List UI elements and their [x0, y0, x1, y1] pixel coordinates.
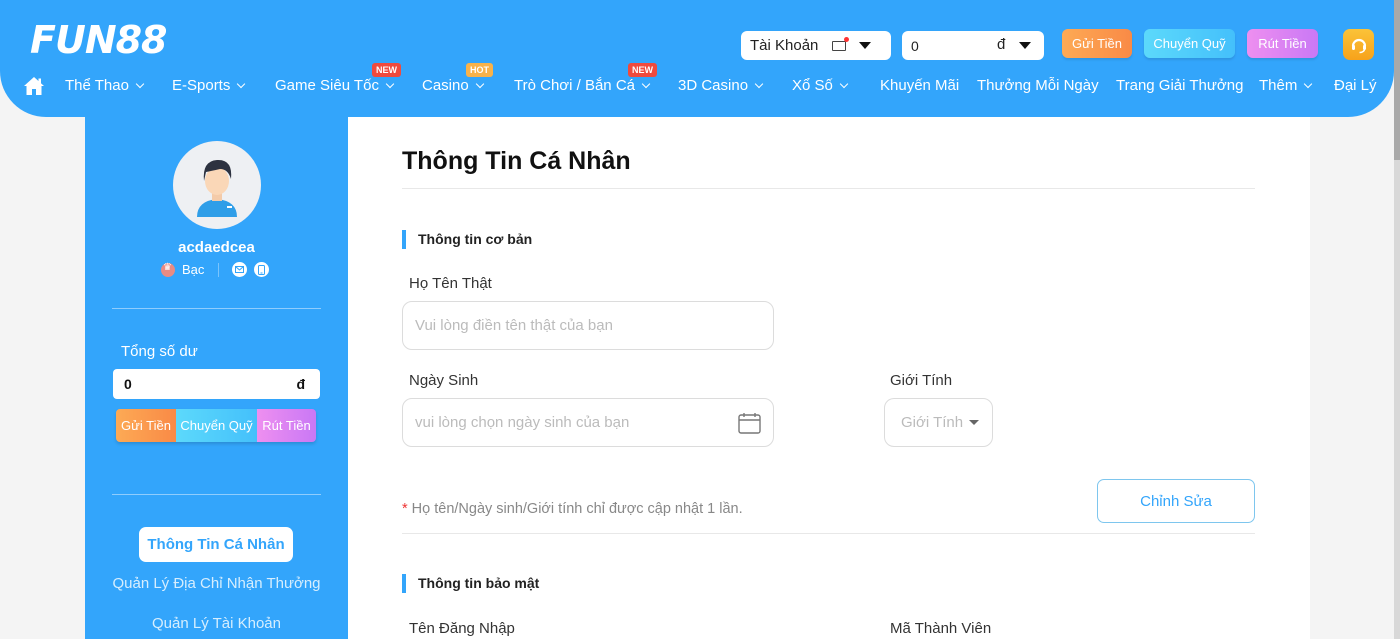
full-name-input[interactable]: Vui lòng điền tên thật của bạn	[402, 301, 774, 350]
chevron-down-icon	[475, 79, 484, 88]
avatar	[173, 141, 261, 229]
full-name-placeholder: Vui lòng điền tên thật của bạn	[415, 317, 613, 334]
nav-item-tro-choi-ban-ca[interactable]: Trò Chơi / Bắn Cá NEW	[514, 63, 657, 94]
page-scrollbar-thumb[interactable]	[1394, 0, 1400, 160]
nav-item-dai-ly[interactable]: Đại Lý	[1334, 77, 1377, 94]
birthday-placeholder: vui lòng chọn ngày sinh của bạn	[415, 414, 630, 431]
headset-icon	[1351, 38, 1366, 53]
fun88-logo[interactable]: FUN88	[30, 18, 167, 62]
note-text: Họ tên/Ngày sinh/Giới tính chỉ được cập …	[411, 501, 743, 517]
chevron-down-icon	[237, 79, 246, 88]
home-icon[interactable]	[23, 76, 45, 101]
security-info-section-title: Thông tin bảo mật	[402, 574, 539, 593]
account-dropdown[interactable]: Tài Khoản	[741, 31, 891, 60]
total-balance-currency: đ	[296, 376, 305, 392]
caret-down-icon	[1019, 42, 1031, 49]
sidebar-deposit-button[interactable]: Gửi Tiền	[116, 409, 176, 442]
nav-item-game-sieu-toc[interactable]: Game Siêu Tốc NEW	[275, 63, 401, 94]
profile-sidebar: acdaedcea Bạc Tổng số dư 0 đ Gửi Tiền Ch…	[85, 100, 348, 639]
main-content: Thông Tin Cá Nhân Thông tin cơ bản Họ Tê…	[348, 100, 1310, 639]
birthday-label: Ngày Sinh	[409, 372, 479, 389]
header-transfer-button[interactable]: Chuyển Quỹ	[1144, 29, 1235, 58]
header-withdraw-button[interactable]: Rút Tiền	[1247, 29, 1318, 58]
new-badge: NEW	[628, 63, 657, 77]
gender-select[interactable]: Giới Tính	[884, 398, 993, 447]
total-balance-box: 0 đ	[113, 369, 320, 399]
birthday-date-picker[interactable]: vui lòng chọn ngày sinh của bạn	[402, 398, 774, 447]
edit-button[interactable]: Chỉnh Sửa	[1097, 479, 1255, 523]
nav-item-3d-casino[interactable]: 3D Casino	[678, 77, 764, 94]
divider	[112, 308, 321, 309]
member-id-label: Mã Thành Viên	[890, 620, 992, 637]
hot-badge: HOT	[466, 63, 493, 77]
crown-icon	[161, 262, 175, 277]
support-button[interactable]	[1343, 29, 1374, 60]
balance-dropdown[interactable]: 0 đ	[902, 31, 1044, 60]
chevron-down-icon	[135, 79, 145, 88]
calendar-icon[interactable]	[738, 412, 761, 438]
divider	[402, 533, 1255, 534]
chevron-down-icon	[839, 79, 849, 88]
balance-action-buttons: Gửi Tiền Chuyển Quỹ Rút Tiền	[116, 409, 316, 442]
user-avatar-icon	[197, 159, 237, 217]
page-title: Thông Tin Cá Nhân	[402, 147, 631, 175]
total-balance-label: Tổng số dư	[121, 343, 198, 360]
update-once-note: * Họ tên/Ngày sinh/Giới tính chỉ được cập…	[402, 501, 743, 517]
login-name-label: Tên Đăng Nhập	[409, 620, 515, 637]
nav-item-esports[interactable]: E-Sports	[172, 77, 246, 94]
top-header: FUN88 Tài Khoản 0 đ Gửi Tiền Chuyển Quỹ …	[0, 0, 1394, 117]
header-balance-value: 0	[911, 37, 919, 54]
sidebar-item-personal-info[interactable]: Thông Tin Cá Nhân	[139, 527, 293, 562]
sidebar-item-account-management[interactable]: Quản Lý Tài Khoản	[85, 615, 348, 632]
nav-item-thuong-moi-ngay[interactable]: Thưởng Mỗi Ngày	[977, 77, 1099, 94]
divider	[402, 188, 1255, 189]
gender-placeholder: Giới Tính	[901, 414, 964, 431]
phone-verify-icon[interactable]	[254, 262, 270, 277]
nav-item-the-thao[interactable]: Thể Thao	[65, 77, 145, 94]
header-deposit-button[interactable]: Gửi Tiền	[1062, 29, 1132, 58]
account-label: Tài Khoản	[750, 37, 819, 54]
nav-item-trang-giai-thuong[interactable]: Trang Giải Thưởng	[1116, 77, 1243, 94]
nav-item-xo-so[interactable]: Xổ Số	[792, 77, 849, 94]
nav-item-them[interactable]: Thêm	[1259, 77, 1313, 94]
username: acdaedcea	[178, 239, 255, 256]
chevron-down-icon	[641, 79, 651, 88]
caret-down-icon	[859, 42, 871, 49]
chevron-down-icon	[1304, 79, 1313, 88]
gender-label: Giới Tính	[890, 372, 953, 389]
mail-notification-icon[interactable]	[832, 36, 850, 51]
sidebar-withdraw-button[interactable]: Rút Tiền	[257, 409, 316, 442]
divider	[112, 494, 321, 495]
email-verify-icon[interactable]	[232, 262, 248, 277]
full-name-label: Họ Tên Thật	[409, 275, 492, 292]
nav-item-khuyen-mai[interactable]: Khuyến Mãi	[880, 77, 959, 94]
chevron-down-icon	[754, 79, 764, 88]
divider	[218, 262, 220, 277]
user-tier-row: Bạc	[161, 262, 276, 277]
chevron-down-icon	[385, 79, 395, 88]
header-balance-currency: đ	[997, 36, 1006, 53]
caret-down-icon	[969, 420, 979, 425]
basic-info-section-title: Thông tin cơ bản	[402, 230, 532, 249]
new-badge: NEW	[372, 63, 401, 77]
sidebar-transfer-button[interactable]: Chuyển Quỹ	[176, 409, 257, 442]
sidebar-item-reward-address[interactable]: Quản Lý Địa Chỉ Nhận Thưởng	[85, 575, 348, 592]
required-star: *	[402, 501, 408, 517]
tier-label: Bạc	[182, 262, 205, 277]
total-balance-value: 0	[124, 376, 132, 392]
nav-item-casino[interactable]: Casino HOT	[422, 63, 493, 94]
main-nav: Thể Thao E-Sports Game Siêu Tốc NEW Casin…	[0, 63, 1394, 101]
